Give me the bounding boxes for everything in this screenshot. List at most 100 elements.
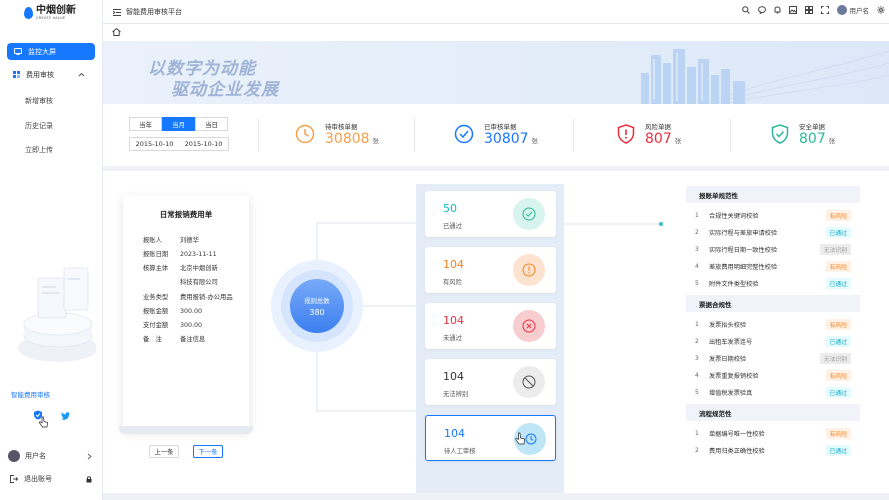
receipt-field: 备 注 备注信息	[143, 334, 205, 343]
monitor-icon	[14, 48, 22, 55]
result-value: 104	[443, 258, 464, 271]
status-badge: 无法识别	[819, 244, 851, 255]
stat-unit: 张	[674, 137, 682, 145]
settings-icon[interactable]	[877, 6, 885, 14]
date-range-picker[interactable]: 2015-10-10 2015-10-10	[129, 137, 229, 151]
sidebar-item-monitor[interactable]: 监控大屏	[7, 43, 95, 60]
sidebar-sub-item-new[interactable]: 新增审核	[25, 96, 53, 106]
rule-row[interactable]: 1 发票抬头校验 有风险	[686, 316, 860, 333]
check-circle-icon	[454, 124, 474, 144]
field-key: 支付金额	[143, 322, 169, 329]
lock-icon	[86, 475, 92, 482]
status-badge: 有风险	[825, 428, 851, 439]
tab-year[interactable]: 当年	[129, 117, 162, 131]
stat-unit: 张	[828, 137, 836, 145]
sidebar-sub-item-upload[interactable]: 立即上传	[25, 145, 53, 155]
rule-row[interactable]: 1 合规性关键词校验 有风险	[686, 207, 860, 224]
result-card-unknown[interactable]: 104 无法辨别	[425, 359, 556, 405]
rule-number: 1	[695, 321, 699, 328]
field-key: 备 注	[143, 336, 162, 343]
field-key: 报账日期	[143, 251, 169, 258]
result-card-manual[interactable]: 104 待人工审核	[425, 415, 556, 461]
stat-value: 807	[799, 131, 826, 147]
status-badge: 有风险	[825, 261, 851, 272]
grid-apps-icon	[13, 71, 20, 78]
tab-month[interactable]: 当月	[162, 117, 195, 131]
shield-alert-icon	[617, 124, 635, 144]
rule-text: 合规性关键词校验	[709, 213, 759, 220]
image-icon[interactable]	[788, 6, 797, 14]
result-value: 104	[443, 370, 464, 383]
sidebar-user[interactable]: 用户名	[8, 450, 96, 462]
next-button[interactable]: 下一条	[193, 445, 223, 458]
message-icon[interactable]	[757, 6, 766, 14]
tab-day[interactable]: 当日	[195, 117, 228, 131]
rule-row[interactable]: 2 实际行程与差旅申请校验 已通过	[686, 224, 860, 241]
rule-row[interactable]: 4 差旅费用明细完整性校验 有风险	[686, 258, 860, 275]
receipt-field: 业务类型 费用报销-办公用品	[143, 292, 233, 301]
sidebar-sub-item-history[interactable]: 历史记录	[25, 121, 53, 131]
field-value: 北京中烟创新	[180, 265, 218, 272]
rule-row[interactable]: 4 发票重复报销校验 有风险	[686, 367, 860, 384]
bell-icon[interactable]	[774, 6, 781, 14]
twitter-icon[interactable]	[61, 412, 70, 420]
avatar	[8, 450, 20, 462]
rule-row[interactable]: 1 单据编号唯一性校验 有风险	[686, 425, 860, 442]
assistant-label: 智能费用审核	[11, 391, 50, 399]
rule-number: 2	[695, 447, 699, 454]
rule-row[interactable]: 3 发票日期校验 无法识别	[686, 350, 860, 367]
page-title: 智能费用审核平台	[126, 8, 182, 16]
prev-button[interactable]: 上一条	[149, 445, 179, 458]
top-header: 智能费用审核平台 用户名	[103, 0, 889, 24]
result-label: 未通过	[443, 335, 462, 342]
rule-text: 出租车发票连号	[709, 339, 753, 346]
result-card-failed[interactable]: 104 未通过	[425, 303, 556, 349]
result-value: 104	[443, 314, 464, 327]
status-badge: 有风险	[825, 319, 851, 330]
receipt-field: 报账人 刘德华	[143, 235, 199, 244]
field-value: 300.00	[180, 308, 203, 315]
pass-icon	[513, 198, 545, 230]
header-user[interactable]: 用户名	[836, 5, 870, 15]
home-icon[interactable]	[112, 28, 121, 36]
rule-text: 发票重复报销校验	[709, 373, 759, 380]
grid-icon[interactable]	[804, 6, 813, 14]
field-value: 刘德华	[180, 237, 199, 244]
rule-row[interactable]: 2 出租车发票连号 已通过	[686, 333, 860, 350]
sidebar-item-expense-audit[interactable]: 费用审核	[7, 67, 95, 82]
rule-row[interactable]: 5 增值税发票验真 已通过	[686, 384, 860, 401]
stat-safe: 安全单据 807 张	[771, 121, 835, 147]
rule-row[interactable]: 3 实际行程日期一致性校验 无法识别	[686, 241, 860, 258]
rule-row[interactable]: 5 附件文件类型校验 已通过	[686, 275, 860, 292]
menu-fold-icon[interactable]	[113, 8, 121, 16]
rule-text: 附件文件类型校验	[709, 281, 759, 288]
rule-number: 3	[695, 355, 699, 362]
result-card-passed[interactable]: 50 已通过	[425, 191, 556, 237]
stat-label: 安全单据	[799, 123, 825, 131]
rule-text: 费用归类正确性校验	[709, 448, 765, 455]
field-value: 300.00	[180, 322, 203, 329]
status-badge: 已通过	[825, 387, 851, 398]
avatar	[836, 5, 847, 15]
rule-row[interactable]: 2 费用归类正确性校验 已通过	[686, 442, 860, 459]
result-label: 已通过	[443, 223, 462, 230]
rule-text: 增值税发票验真	[709, 390, 753, 397]
banner: 以数字为动能 驱动企业发展	[103, 41, 889, 104]
status-badge: 已通过	[825, 227, 851, 238]
field-value: 备注信息	[180, 336, 206, 343]
stat-unit: 张	[372, 137, 380, 145]
status-badge: 已通过	[825, 336, 851, 347]
result-card-risk[interactable]: 104 有风险	[425, 247, 556, 293]
rule-section-title: 票据合规性	[686, 295, 860, 312]
search-icon[interactable]	[741, 6, 750, 14]
total-rules: 规则总数 380	[290, 279, 344, 333]
logout-button[interactable]: 退出账号	[10, 474, 94, 484]
fullscreen-icon[interactable]	[820, 6, 829, 14]
sidebar-item-label: 监控大屏	[28, 47, 56, 56]
warning-icon	[513, 254, 545, 286]
field-key: 业务类型	[143, 294, 169, 301]
header-user-name: 用户名	[849, 7, 870, 15]
field-value: 科技有限公司	[180, 279, 218, 286]
rule-number: 2	[695, 338, 699, 345]
banner-slogan-line2: 驱动企业发展	[171, 80, 279, 100]
